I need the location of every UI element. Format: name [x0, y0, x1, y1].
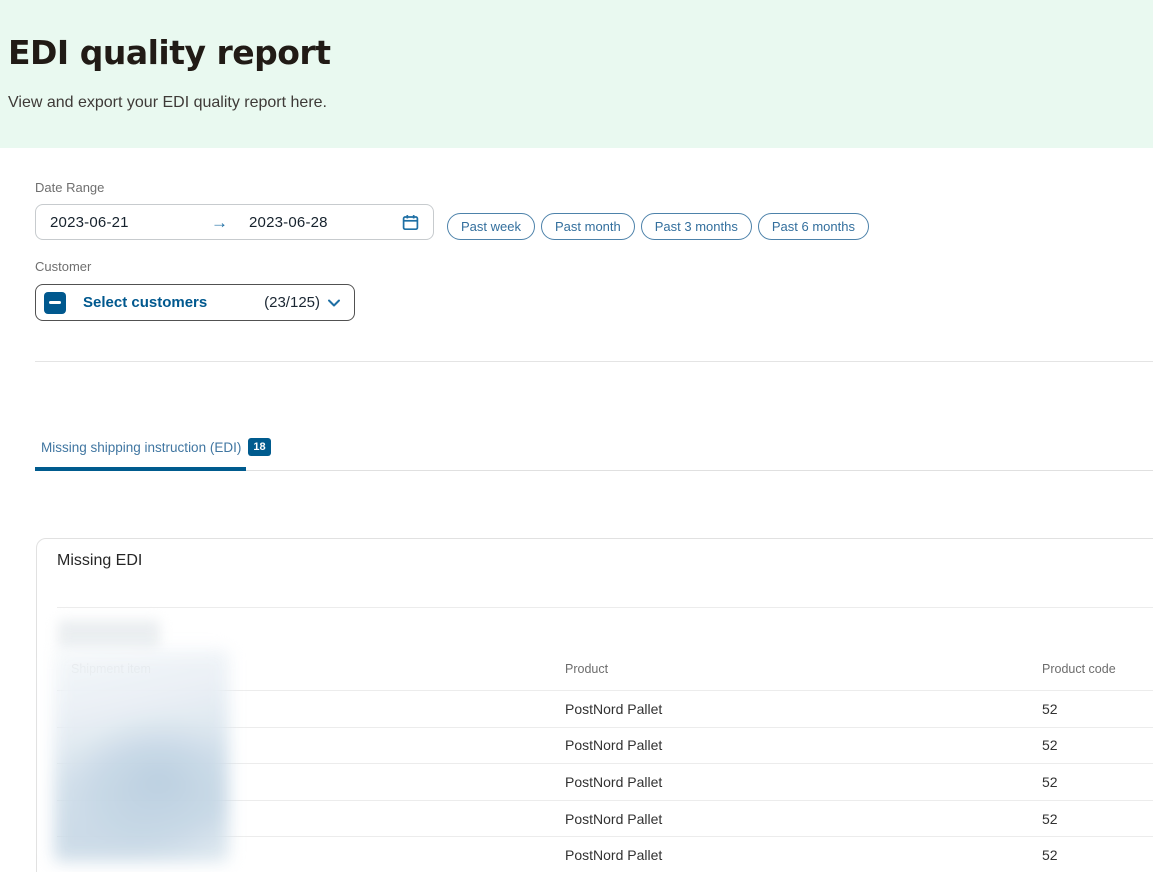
customer-label: Customer	[35, 259, 91, 274]
tab-missing-shipping-instruction[interactable]: Missing shipping instruction (EDI) 18	[41, 438, 271, 456]
past-week-button[interactable]: Past week	[447, 213, 535, 240]
tab-label: Missing shipping instruction (EDI)	[41, 440, 241, 455]
quick-range-buttons: Past week Past month Past 3 months Past …	[447, 213, 869, 240]
panel-title: Missing EDI	[57, 552, 142, 570]
customer-selected-count: (23/125)	[264, 294, 320, 311]
redacted-blur-region	[58, 620, 160, 650]
cell-product: PostNord Pallet	[565, 811, 1042, 827]
cell-product: PostNord Pallet	[565, 701, 1042, 717]
minus-icon	[49, 301, 61, 304]
page-title: EDI quality report	[8, 33, 330, 72]
date-range-picker[interactable]: 2023-06-21 → 2023-06-28	[35, 204, 434, 240]
calendar-icon	[402, 214, 419, 231]
past-6-months-button[interactable]: Past 6 months	[758, 213, 869, 240]
arrow-right-icon: →	[211, 214, 228, 231]
active-tab-indicator	[35, 467, 246, 471]
cell-product-code: 52	[1042, 701, 1153, 717]
cell-product: PostNord Pallet	[565, 774, 1042, 790]
cell-product-code: 52	[1042, 811, 1153, 827]
edi-quality-report-page: EDI quality report View and export your …	[0, 0, 1153, 872]
page-header: EDI quality report View and export your …	[0, 0, 1153, 148]
end-date-value[interactable]: 2023-06-28	[249, 214, 328, 231]
column-header-product-code[interactable]: Product code	[1042, 662, 1153, 690]
cell-product-code: 52	[1042, 774, 1153, 790]
cell-product: PostNord Pallet	[565, 847, 1042, 863]
customer-select-label: Select customers	[83, 294, 207, 311]
cell-product-code: 52	[1042, 847, 1153, 863]
past-3-months-button[interactable]: Past 3 months	[641, 213, 752, 240]
tab-count-badge: 18	[248, 438, 270, 456]
customer-select-dropdown[interactable]: Select customers (23/125)	[35, 284, 355, 321]
section-divider	[35, 361, 1153, 362]
date-range-label: Date Range	[35, 180, 104, 195]
chevron-down-icon	[327, 298, 341, 308]
cell-product-code: 52	[1042, 737, 1153, 753]
redacted-blur-region	[54, 650, 229, 862]
cell-product: PostNord Pallet	[565, 737, 1042, 753]
column-header-product[interactable]: Product	[565, 662, 1042, 690]
indeterminate-checkbox[interactable]	[44, 292, 66, 314]
start-date-value[interactable]: 2023-06-21	[50, 214, 211, 231]
past-month-button[interactable]: Past month	[541, 213, 635, 240]
page-subtitle: View and export your EDI quality report …	[8, 94, 327, 112]
